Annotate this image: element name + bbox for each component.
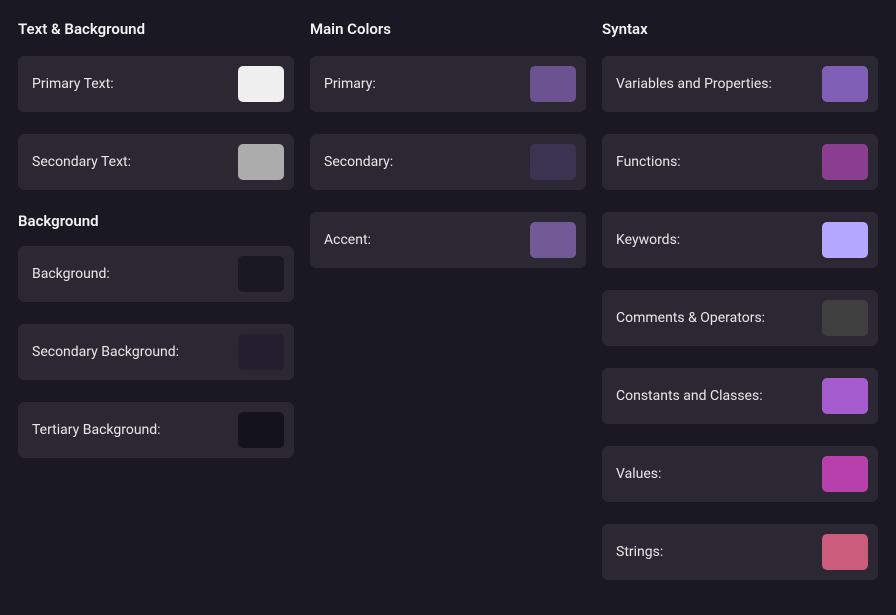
- row-constants-classes: Constants and Classes:: [602, 368, 878, 424]
- label-variables-properties: Variables and Properties:: [616, 76, 772, 92]
- label-secondary-background: Secondary Background:: [32, 344, 179, 360]
- swatch-constants-classes[interactable]: [822, 378, 868, 414]
- row-tertiary-background: Tertiary Background:: [18, 402, 294, 458]
- row-secondary: Secondary:: [310, 134, 586, 190]
- label-values: Values:: [616, 466, 661, 482]
- label-strings: Strings:: [616, 544, 663, 560]
- row-background: Background:: [18, 246, 294, 302]
- label-tertiary-background: Tertiary Background:: [32, 422, 161, 438]
- section-title-syntax: Syntax: [602, 20, 878, 38]
- row-comments-operators: Comments & Operators:: [602, 290, 878, 346]
- swatch-functions[interactable]: [822, 144, 868, 180]
- swatch-secondary[interactable]: [530, 144, 576, 180]
- label-accent: Accent:: [324, 232, 371, 248]
- swatch-primary[interactable]: [530, 66, 576, 102]
- swatch-strings[interactable]: [822, 534, 868, 570]
- swatch-secondary-text[interactable]: [238, 144, 284, 180]
- row-keywords: Keywords:: [602, 212, 878, 268]
- label-secondary-text: Secondary Text:: [32, 154, 131, 170]
- section-title-text-background: Text & Background: [18, 20, 294, 38]
- swatch-variables-properties[interactable]: [822, 66, 868, 102]
- swatch-keywords[interactable]: [822, 222, 868, 258]
- swatch-values[interactable]: [822, 456, 868, 492]
- swatch-background[interactable]: [238, 256, 284, 292]
- column-main-colors: Main Colors Primary: Secondary: Accent:: [310, 20, 586, 602]
- swatch-accent[interactable]: [530, 222, 576, 258]
- row-accent: Accent:: [310, 212, 586, 268]
- column-syntax: Syntax Variables and Properties: Functio…: [602, 20, 878, 602]
- swatch-secondary-background[interactable]: [238, 334, 284, 370]
- label-comments-operators: Comments & Operators:: [616, 310, 765, 326]
- row-secondary-text: Secondary Text:: [18, 134, 294, 190]
- section-title-main-colors: Main Colors: [310, 20, 586, 38]
- swatch-primary-text[interactable]: [238, 66, 284, 102]
- row-values: Values:: [602, 446, 878, 502]
- label-secondary: Secondary:: [324, 154, 393, 170]
- row-primary-text: Primary Text:: [18, 56, 294, 112]
- section-title-background: Background: [18, 212, 294, 230]
- label-primary: Primary:: [324, 76, 376, 92]
- column-text-background: Text & Background Primary Text: Secondar…: [18, 20, 294, 602]
- label-keywords: Keywords:: [616, 232, 680, 248]
- swatch-tertiary-background[interactable]: [238, 412, 284, 448]
- row-primary: Primary:: [310, 56, 586, 112]
- swatch-comments-operators[interactable]: [822, 300, 868, 336]
- row-secondary-background: Secondary Background:: [18, 324, 294, 380]
- row-variables-properties: Variables and Properties:: [602, 56, 878, 112]
- label-constants-classes: Constants and Classes:: [616, 388, 763, 404]
- row-functions: Functions:: [602, 134, 878, 190]
- label-functions: Functions:: [616, 154, 681, 170]
- row-strings: Strings:: [602, 524, 878, 580]
- label-background: Background:: [32, 266, 110, 282]
- label-primary-text: Primary Text:: [32, 76, 114, 92]
